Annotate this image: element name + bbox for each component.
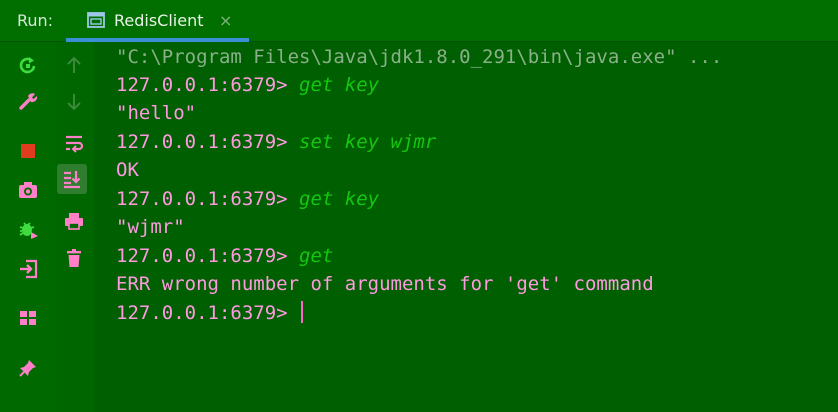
- rerun-icon[interactable]: [15, 52, 41, 78]
- arrow-down-icon[interactable]: [61, 89, 87, 115]
- run-label: Run:: [17, 11, 54, 30]
- console-output-line: OK: [116, 159, 139, 181]
- console-window-icon: [86, 10, 106, 30]
- console-line-java-path: "C:\Program Files\Java\jdk1.8.0_291\bin\…: [116, 46, 723, 68]
- redis-prompt: 127.0.0.1:6379>: [116, 131, 300, 153]
- arrow-up-icon[interactable]: [61, 52, 87, 78]
- redis-command: get key: [299, 74, 380, 96]
- console-input-line-active[interactable]: 127.0.0.1:6379>: [116, 299, 304, 327]
- stop-icon[interactable]: [15, 138, 41, 164]
- redis-command: set key wjmr: [299, 131, 437, 153]
- scroll-to-end-icon[interactable]: [57, 164, 87, 194]
- console-output[interactable]: "C:\Program Files\Java\jdk1.8.0_291\bin\…: [94, 42, 838, 412]
- exit-icon[interactable]: [15, 256, 41, 282]
- run-toolbar-primary: [0, 42, 56, 412]
- wrench-icon[interactable]: [15, 88, 41, 114]
- redis-command: get: [299, 245, 334, 267]
- redis-command: get key: [299, 188, 380, 210]
- print-icon[interactable]: [61, 208, 87, 234]
- run-tool-window: Run: RedisClient × "C:\Program Files\Jav…: [0, 0, 838, 412]
- console-input-line: 127.0.0.1:6379> get key: [116, 185, 379, 213]
- run-toolbar-secondary: [56, 42, 94, 412]
- redis-prompt: 127.0.0.1:6379>: [116, 74, 300, 96]
- tab-title: RedisClient: [114, 11, 204, 30]
- redis-prompt: 127.0.0.1:6379>: [116, 188, 300, 210]
- console-error-line: ERR wrong number of arguments for 'get' …: [116, 273, 654, 295]
- camera-icon[interactable]: [15, 177, 41, 203]
- trash-icon[interactable]: [61, 245, 87, 271]
- layout-icon[interactable]: [15, 305, 41, 331]
- console-input-line: 127.0.0.1:6379> get: [116, 242, 333, 270]
- soft-wrap-icon[interactable]: [61, 130, 87, 156]
- pin-icon[interactable]: [15, 355, 41, 381]
- console-input-line: 127.0.0.1:6379> get key: [116, 71, 379, 99]
- redis-prompt: 127.0.0.1:6379>: [116, 245, 300, 267]
- console-output-line: "wjmr": [116, 216, 185, 238]
- tab-redisclient[interactable]: RedisClient ×: [66, 0, 249, 42]
- close-icon[interactable]: ×: [219, 10, 232, 32]
- debug-bug-icon[interactable]: [15, 216, 41, 242]
- run-header: Run: RedisClient ×: [0, 0, 838, 42]
- redis-prompt: 127.0.0.1:6379>: [116, 302, 300, 324]
- console-input-line: 127.0.0.1:6379> set key wjmr: [116, 128, 436, 156]
- text-cursor: [301, 301, 304, 323]
- console-output-line: "hello": [116, 102, 197, 124]
